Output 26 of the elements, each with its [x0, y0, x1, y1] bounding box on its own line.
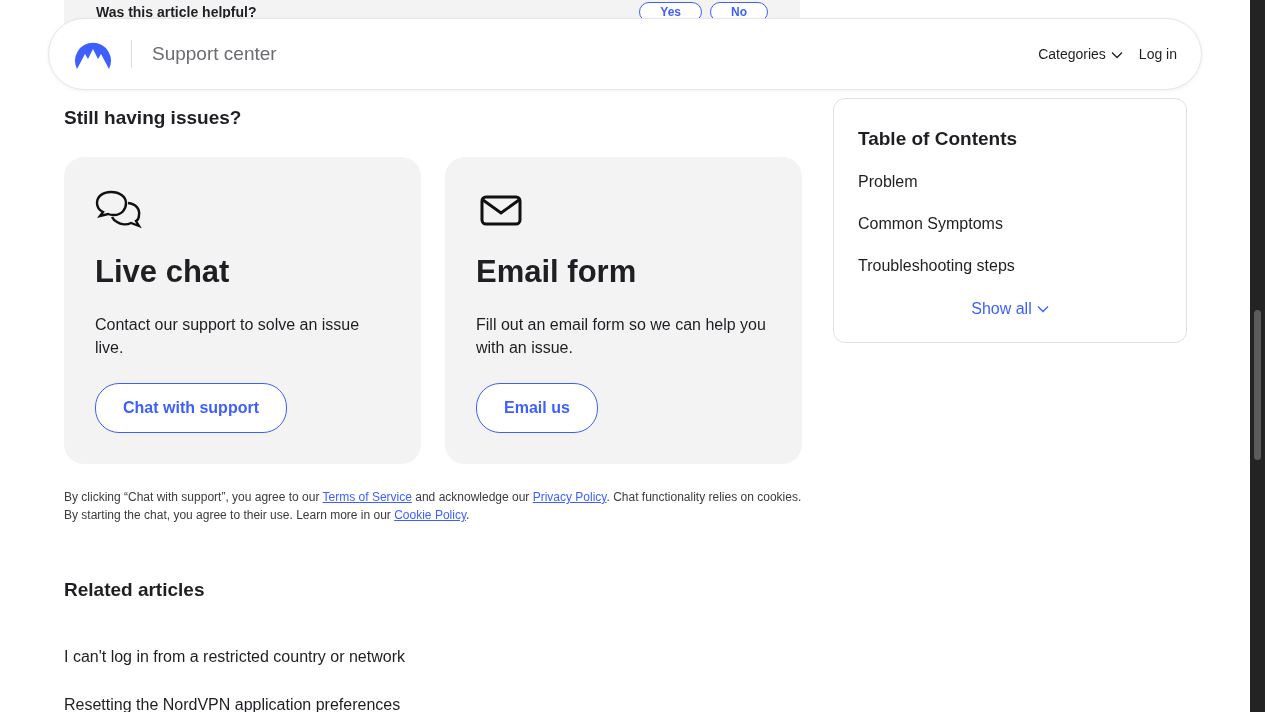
toc-link[interactable]: Problem — [858, 169, 1162, 194]
section-heading: Related articles — [64, 578, 206, 602]
nav-link[interactable]: Log in — [1138, 43, 1177, 65]
chevron-down-icon — [1036, 305, 1049, 314]
toc-title: Table of Contents — [858, 127, 1019, 151]
text-link[interactable]: Terms of Service — [322, 490, 412, 504]
card-title: Live chat — [95, 252, 231, 291]
scrollbar-thumb[interactable] — [1254, 310, 1261, 460]
related-article-link[interactable]: Resetting the NordVPN application preferences — [64, 692, 802, 712]
scrollbar[interactable] — [1250, 0, 1265, 712]
toc-link[interactable]: Common Symptoms — [858, 211, 1162, 236]
disclaimer-text: By clicking “Chat with support”, you agree to our Terms of Service and acknowledge our Privacy Policy. Chat functionality relies on cookies. By starting the chat, you agree to their use. Learn more in our Cookie Policy. — [64, 489, 802, 524]
toc-link[interactable]: Troubleshooting steps — [858, 253, 1162, 278]
site-title: Support center — [152, 41, 277, 66]
feedback-question: Was this article helpful? — [96, 2, 257, 22]
chevron-down-icon — [1110, 50, 1123, 59]
section-heading: Still having issues? — [64, 106, 243, 130]
categories-dropdown[interactable]: Categories — [1038, 43, 1123, 65]
email-button[interactable]: Email us — [476, 383, 598, 433]
card-description: Fill out an email form so we can help you with an issue. — [476, 315, 767, 358]
related-article-link[interactable]: I can't log in from a restricted country or network — [64, 644, 802, 669]
show-all-link[interactable]: Show all — [965, 295, 1055, 322]
card-description: Contact our support to solve an issue live. — [95, 315, 361, 358]
text-link[interactable]: Cookie Policy — [394, 508, 466, 522]
chat-button[interactable]: Chat with support — [95, 383, 287, 433]
card-title: Email form — [476, 252, 638, 291]
